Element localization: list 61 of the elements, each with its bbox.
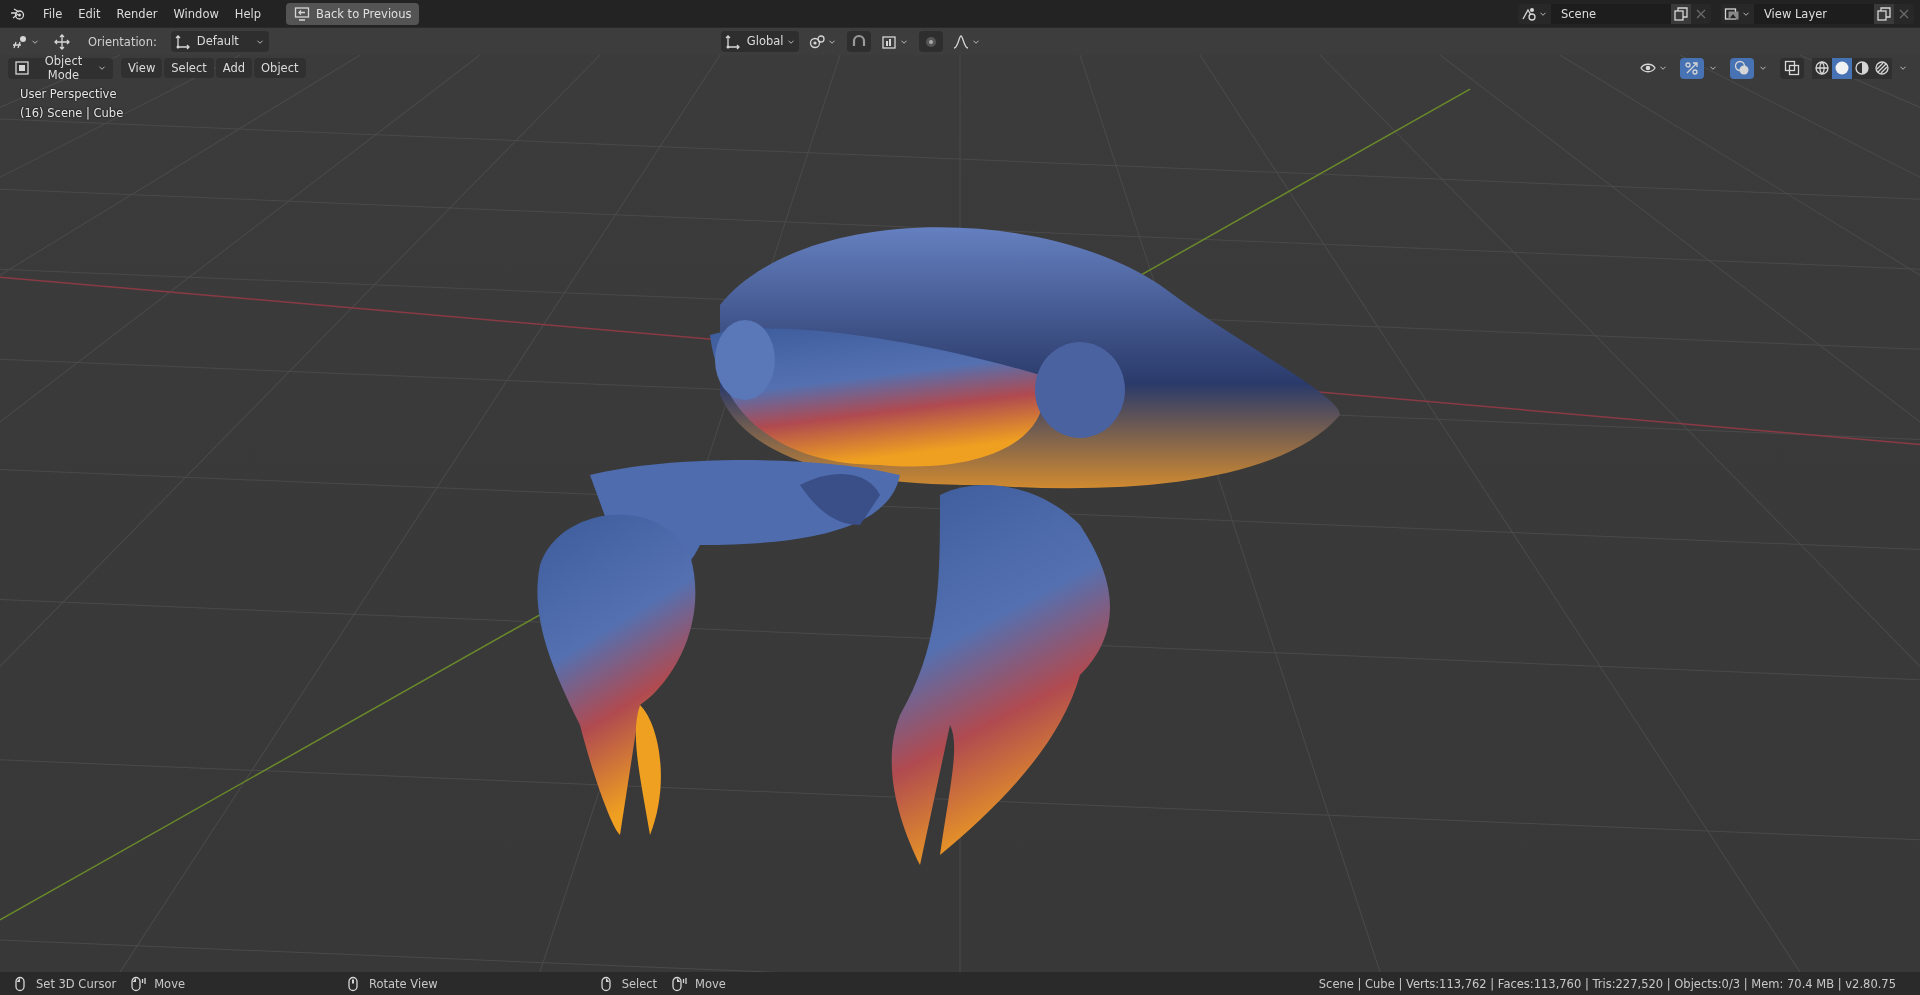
curve-icon: [952, 33, 969, 50]
mouse-left-click-icon: [12, 975, 28, 992]
hint-label: Select: [621, 976, 658, 991]
menu-item[interactable]: Help: [227, 3, 269, 24]
menu-item[interactable]: Window: [166, 3, 226, 24]
half-circle-icon: [1854, 60, 1870, 76]
view-name: User Perspective: [20, 87, 117, 101]
snap-element-icon: [880, 33, 897, 50]
mouse-middle-icon: [345, 975, 361, 992]
transform-orientation-dropdown[interactable]: Global: [720, 31, 799, 52]
orientation-label: Orientation:: [87, 34, 158, 49]
mode-dropdown[interactable]: Object Mode: [8, 57, 113, 79]
menu-item[interactable]: View: [121, 58, 163, 78]
view-layer-selector[interactable]: [1721, 3, 1754, 24]
menu-item[interactable]: Edit: [71, 3, 108, 24]
mouse-right-drag-icon: [671, 975, 688, 992]
scene-field[interactable]: Scene: [1551, 3, 1671, 24]
gizmos-toggle[interactable]: [1680, 57, 1704, 79]
hint-label: Set 3D Cursor: [36, 976, 117, 991]
striped-circle-icon: [1874, 60, 1890, 76]
snap-toggle[interactable]: [846, 31, 871, 52]
hint-label: Move: [154, 976, 185, 991]
pivot-icon: [808, 33, 825, 50]
axes-icon: [724, 33, 741, 50]
new-scene-button[interactable]: [1671, 3, 1691, 24]
move-arrows-icon: [54, 33, 70, 50]
wireframe-shading-button[interactable]: [1812, 57, 1832, 79]
back-button[interactable]: Back to Previous: [286, 2, 420, 25]
copy-icon: [1673, 5, 1689, 22]
orientation-dropdown[interactable]: Default: [170, 31, 269, 52]
mouse-left-drag-icon: [130, 975, 147, 992]
menu-item[interactable]: Add: [215, 58, 253, 78]
scene-icon: [1521, 5, 1537, 22]
menu-item[interactable]: Render: [109, 3, 165, 24]
material-shading-button[interactable]: [1852, 57, 1872, 79]
axes-icon: [174, 33, 191, 50]
object-info: (16) Scene | Cube: [20, 106, 124, 120]
menu-item[interactable]: File: [36, 3, 70, 24]
scene-selector[interactable]: [1518, 3, 1551, 24]
object-mode-icon: [14, 60, 30, 76]
hint-label: Move: [695, 976, 726, 991]
new-view-layer-button[interactable]: [1874, 3, 1894, 24]
hint-label: Rotate View: [369, 976, 438, 991]
rendered-shading-button[interactable]: [1872, 57, 1892, 79]
proportional-editing-toggle[interactable]: [918, 31, 943, 52]
copy-icon: [1876, 5, 1892, 22]
monitor-arrow-icon: [294, 5, 311, 22]
overlapping-squares-icon: [1784, 60, 1800, 76]
overlays-toggle[interactable]: [1730, 57, 1754, 79]
solid-shading-button[interactable]: [1832, 57, 1852, 79]
gizmo-icon: [1684, 60, 1700, 76]
menu-item[interactable]: Object: [254, 58, 306, 78]
view-layer-field[interactable]: View Layer: [1754, 3, 1874, 24]
scene-statistics: Scene | Cube | Verts:113,762 | Faces:113,760 | Tris:227,520 | Objects:0/3 | Mem: 70.4 MB | v2.80.75: [1318, 976, 1896, 991]
wire-sphere-icon: [1814, 60, 1830, 76]
overlapping-circles-icon: [1734, 60, 1750, 76]
tool-icon: [12, 33, 28, 50]
image-layer-icon: [1724, 5, 1740, 22]
menu-item[interactable]: Select: [164, 58, 214, 78]
xray-toggle[interactable]: [1780, 57, 1804, 79]
filled-circle-icon: [1834, 60, 1850, 76]
